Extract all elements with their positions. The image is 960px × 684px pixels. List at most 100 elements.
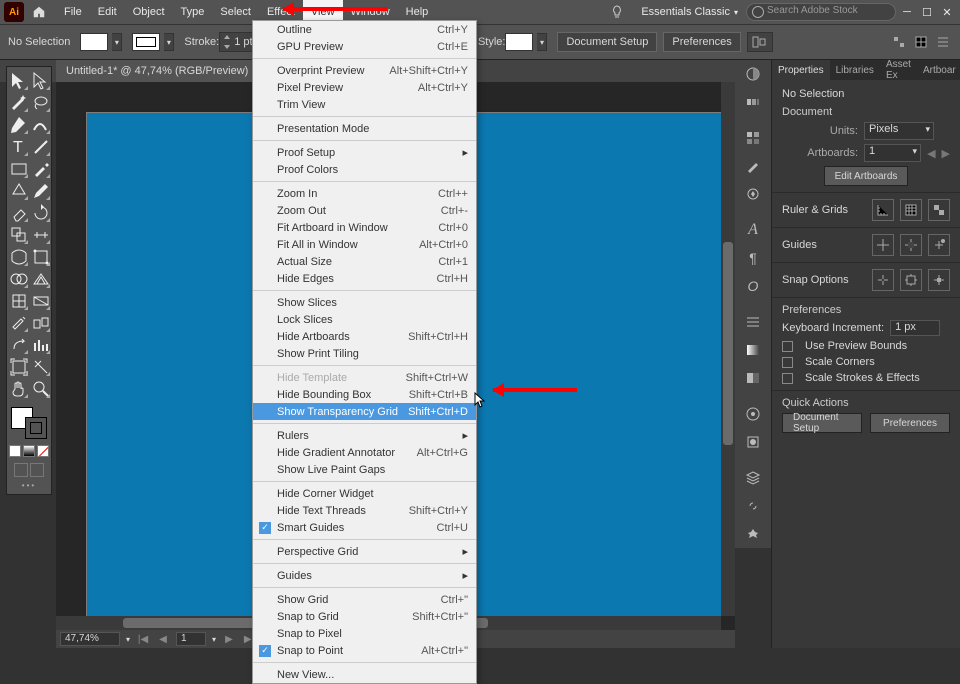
tool-zoom[interactable] <box>31 379 51 399</box>
tool-warp[interactable] <box>9 247 29 267</box>
menu-edit[interactable]: Edit <box>90 0 125 24</box>
transparency-grid-toggle[interactable] <box>928 199 950 221</box>
close-button[interactable]: ✕ <box>938 6 956 19</box>
tool-width[interactable] <box>31 225 51 245</box>
menu-item-zoom-out[interactable]: Zoom OutCtrl+- <box>253 202 476 219</box>
first-artboard[interactable]: |◀ <box>136 632 150 646</box>
ruler-toggle[interactable] <box>872 199 894 221</box>
menu-item-perspective-grid[interactable]: Perspective Grid▸ <box>253 543 476 560</box>
guides-lock[interactable] <box>900 234 922 256</box>
tab-asset-export[interactable]: Asset Ex <box>880 60 917 80</box>
none-mode[interactable] <box>37 445 49 457</box>
style-swatch[interactable] <box>505 33 533 51</box>
menu-item-show-live-paint-gaps[interactable]: Show Live Paint Gaps <box>253 461 476 478</box>
grid-toggle[interactable] <box>900 199 922 221</box>
fill-stroke-control[interactable] <box>9 405 49 441</box>
actions-icon[interactable] <box>735 520 771 548</box>
next-artboard[interactable]: ▶ <box>222 632 236 646</box>
menu-item-hide-gradient-annotator[interactable]: Hide Gradient AnnotatorAlt+Ctrl+G <box>253 444 476 461</box>
tool-blend[interactable] <box>31 313 51 333</box>
menu-item-proof-colors[interactable]: Proof Colors <box>253 161 476 178</box>
tool-pen[interactable] <box>9 115 29 135</box>
tool-rot[interactable] <box>31 203 51 223</box>
snap-pixel-icon[interactable] <box>890 33 908 51</box>
tool-sel[interactable] <box>9 71 29 91</box>
checkbox[interactable] <box>782 373 793 384</box>
tool-shapebld[interactable] <box>9 269 29 289</box>
tool-grad[interactable] <box>31 291 51 311</box>
tab-libraries[interactable]: Libraries <box>830 60 880 80</box>
tool-wand[interactable] <box>9 93 29 113</box>
checkbox[interactable] <box>782 341 793 352</box>
tool-rect[interactable] <box>9 159 29 179</box>
zoom-field[interactable]: 47,74% <box>60 632 120 646</box>
tool-shaper[interactable] <box>9 181 29 201</box>
menu-item-show-slices[interactable]: Show Slices <box>253 294 476 311</box>
menu-item-smart-guides[interactable]: ✓Smart GuidesCtrl+U <box>253 519 476 536</box>
document-tab[interactable]: Untitled-1* @ 47,74% (RGB/Preview) × <box>56 60 275 82</box>
edit-artboards-button[interactable]: Edit Artboards <box>824 166 909 186</box>
character-icon[interactable]: A <box>735 216 771 244</box>
tool-curv[interactable] <box>31 115 51 135</box>
menu-file[interactable]: File <box>56 0 90 24</box>
full-screen-mode[interactable] <box>30 463 44 477</box>
menu-item-pixel-preview[interactable]: Pixel PreviewAlt+Ctrl+Y <box>253 79 476 96</box>
menu-item-hide-edges[interactable]: Hide EdgesCtrl+H <box>253 270 476 287</box>
search-input[interactable]: Search Adobe Stock <box>746 3 896 21</box>
artboards-select[interactable]: 1 <box>864 144 921 162</box>
menu-item-lock-slices[interactable]: Lock Slices <box>253 311 476 328</box>
workspace-switcher[interactable]: Essentials Classic▾ <box>641 6 738 18</box>
symbols-icon[interactable] <box>735 180 771 208</box>
menu-object[interactable]: Object <box>125 0 173 24</box>
graphic-styles-icon[interactable] <box>735 428 771 456</box>
menu-item-fit-artboard-in-window[interactable]: Fit Artboard in WindowCtrl+0 <box>253 219 476 236</box>
vertical-scrollbar[interactable] <box>721 82 735 616</box>
brushes-icon[interactable] <box>735 152 771 180</box>
light-bulb-icon[interactable] <box>611 5 623 19</box>
menu-item-show-grid[interactable]: Show GridCtrl+" <box>253 591 476 608</box>
tool-eraser[interactable] <box>9 203 29 223</box>
opentype-icon[interactable]: O <box>735 272 771 300</box>
snap-pixel[interactable] <box>928 269 950 291</box>
tool-lasso[interactable] <box>31 93 51 113</box>
normal-screen-mode[interactable] <box>14 463 28 477</box>
gradient-icon[interactable] <box>735 336 771 364</box>
next-artboard-icon[interactable]: ▶ <box>942 147 950 160</box>
prev-artboard-icon[interactable]: ◀ <box>927 147 935 160</box>
home-icon[interactable] <box>32 5 52 19</box>
appearance-icon[interactable] <box>735 400 771 428</box>
align-options[interactable] <box>747 32 773 52</box>
maximize-button[interactable]: ☐ <box>918 6 936 19</box>
qa-document-setup[interactable]: Document Setup <box>782 413 862 433</box>
keyboard-increment-input[interactable]: 1 px <box>890 320 940 336</box>
menu-item-show-print-tiling[interactable]: Show Print Tiling <box>253 345 476 362</box>
tool-hand[interactable] <box>9 379 29 399</box>
menu-item-overprint-preview[interactable]: Overprint PreviewAlt+Shift+Ctrl+Y <box>253 62 476 79</box>
edit-toolbar[interactable]: ••• <box>9 481 49 490</box>
menu-item-guides[interactable]: Guides▸ <box>253 567 476 584</box>
menu-item-proof-setup[interactable]: Proof Setup▸ <box>253 144 476 161</box>
artboard-nav[interactable]: 1 <box>176 632 206 646</box>
menu-item-snap-to-grid[interactable]: Snap to GridShift+Ctrl+" <box>253 608 476 625</box>
stroke-swatch[interactable] <box>132 33 160 51</box>
fill-swatch[interactable] <box>80 33 108 51</box>
tool-slice[interactable] <box>31 357 51 377</box>
grid-icon[interactable] <box>912 33 930 51</box>
tool-pencil[interactable] <box>31 181 51 201</box>
color-mode[interactable] <box>9 445 21 457</box>
prev-artboard[interactable]: ◀ <box>156 632 170 646</box>
tool-persp[interactable] <box>31 269 51 289</box>
menu-item-hide-text-threads[interactable]: Hide Text ThreadsShift+Ctrl+Y <box>253 502 476 519</box>
menu-item-fit-all-in-window[interactable]: Fit All in WindowAlt+Ctrl+0 <box>253 236 476 253</box>
stroke-color[interactable] <box>25 417 47 439</box>
tool-mesh[interactable] <box>9 291 29 311</box>
snap-point[interactable] <box>872 269 894 291</box>
tool-line[interactable] <box>31 137 51 157</box>
tool-artbd[interactable] <box>9 357 29 377</box>
color-guide-icon[interactable] <box>735 88 771 116</box>
checkbox[interactable] <box>782 357 793 368</box>
menu-item-trim-view[interactable]: Trim View <box>253 96 476 113</box>
color-panel-icon[interactable] <box>735 60 771 88</box>
tool-free[interactable] <box>31 247 51 267</box>
tab-properties[interactable]: Properties <box>772 60 830 80</box>
